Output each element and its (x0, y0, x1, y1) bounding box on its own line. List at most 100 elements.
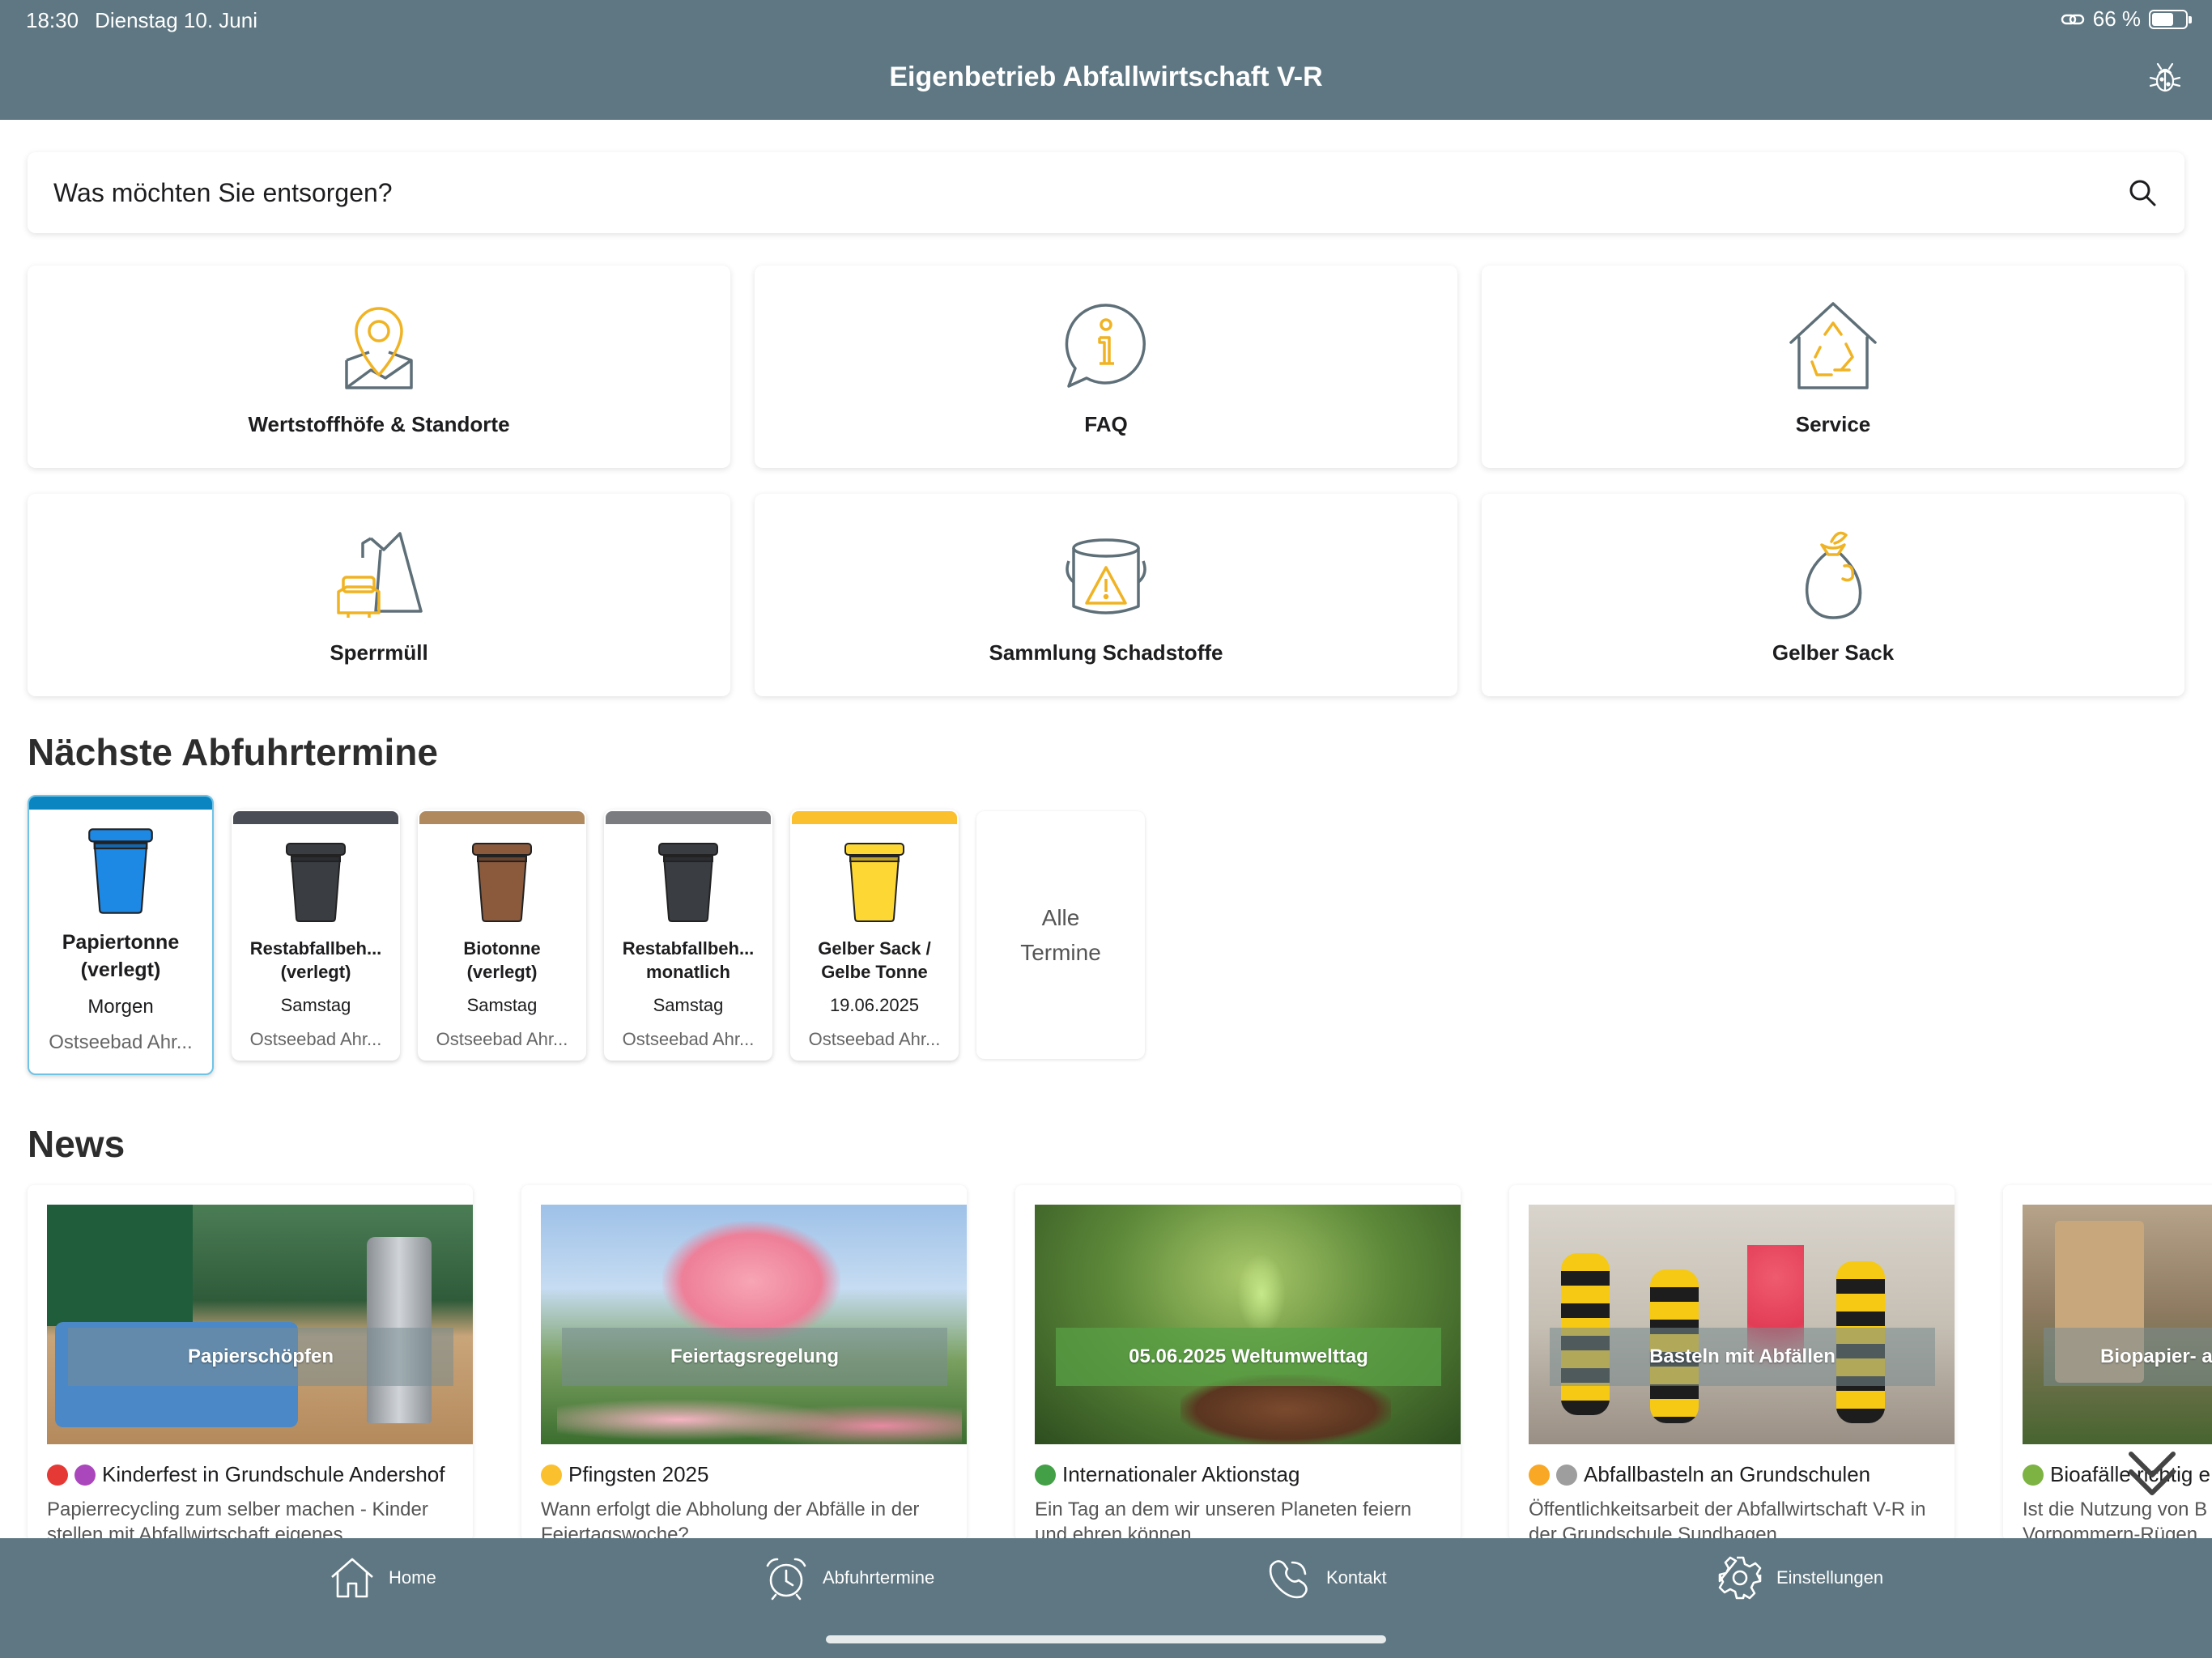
tile-service[interactable]: Service (1482, 266, 2184, 468)
pickup-location: Ostseebad Ahr... (622, 1029, 755, 1050)
tile-faq[interactable]: FAQ (755, 266, 1457, 468)
green-heart-icon (1035, 1464, 1056, 1486)
pickup-card[interactable]: Gelber Sack / Gelbe Tonne 19.06.2025 Osts… (790, 810, 959, 1061)
home-icon (331, 1558, 373, 1598)
pickup-location: Ostseebad Ahr... (249, 1029, 382, 1050)
pickup-name: Restabfallbeh... (verlegt) (249, 938, 382, 982)
news-card[interactable]: Biopapier- a Bioafälle richtig e Ist die… (2003, 1185, 2212, 1541)
tab-label: Abfuhrtermine (823, 1567, 935, 1588)
pickup-location: Ostseebad Ahr... (436, 1029, 568, 1050)
tab-kontakt[interactable]: Kontakt (1266, 1554, 1387, 1601)
news-title: Internationaler Aktionstag (1035, 1462, 1441, 1487)
pickup-date: 19.06.2025 (829, 995, 920, 1016)
tab-label: Kontakt (1326, 1567, 1387, 1588)
section-title-news: News (28, 1123, 125, 1165)
pickup-date: Samstag (280, 995, 351, 1016)
chevron-down-icon[interactable] (2125, 1446, 2180, 1501)
apple-icon (2023, 1464, 2044, 1486)
news-image: Basteln mit Abfällen (1529, 1205, 1955, 1444)
peony-flower (662, 1221, 840, 1342)
all-dates-button[interactable]: Alle Termine (976, 811, 1145, 1059)
page-title: Eigenbetrieb Abfallwirtschaft V-R (889, 62, 1323, 92)
pickup-list: Papiertonne (verlegt) Morgen Ostseebad Ah… (28, 793, 1145, 1077)
flower-field (557, 1383, 962, 1444)
news-overlay-label: Feiertagsregelung (562, 1328, 947, 1386)
status-time: 18:30 (26, 8, 79, 32)
news-card[interactable]: Feiertagsregelung Pfingsten 2025 Wann er… (521, 1185, 967, 1541)
sack-icon (1805, 531, 1862, 619)
bee-icon (1529, 1464, 1550, 1486)
pickup-card[interactable]: Biotonne (verlegt) Samstag Ostseebad Ahr.… (418, 810, 586, 1061)
pickup-card[interactable]: Papiertonne (verlegt) Morgen Ostseebad Ah… (28, 795, 214, 1075)
tab-label: Home (389, 1567, 436, 1588)
tile-label: Service (1795, 411, 1871, 436)
search-bar[interactable] (28, 152, 2184, 233)
news-card[interactable]: Basteln mit Abfällen Abfallbasteln an Gr… (1509, 1185, 1955, 1541)
battery-icon (2149, 9, 2192, 29)
smiley-icon (541, 1464, 562, 1486)
bug-report-icon[interactable] (2146, 58, 2184, 97)
pickup-name: Gelber Sack / Gelbe Tonne (818, 938, 931, 982)
news-image: Feiertagsregelung (541, 1205, 967, 1444)
pickup-name: Biotonne (verlegt) (463, 938, 541, 982)
tile-label: Sammlung Schadstoffe (989, 640, 1223, 665)
link-icon (2061, 14, 2084, 24)
tile-label: Sperrmüll (330, 640, 428, 665)
search-icon[interactable] (2126, 176, 2159, 209)
tab-home[interactable]: Home (329, 1554, 436, 1601)
quick-access-grid: Wertstoffhöfe & Standorte FAQ Service Sp… (28, 266, 2184, 696)
pickup-card[interactable]: Restabfallbeh... (verlegt) Samstag Ostsee… (232, 810, 400, 1061)
balloon-icon (47, 1464, 68, 1486)
lollipop-icon (74, 1464, 96, 1486)
pickup-color-bar (29, 797, 212, 810)
news-title: Bioafälle richtig e (2023, 1462, 2212, 1487)
hazard-bucket-icon (1066, 538, 1146, 614)
news-card[interactable]: Papierschöpfen Kinderfest in Grundschule… (28, 1185, 473, 1541)
status-bar-left: 18:30 Dienstag 10. Juni (26, 8, 257, 33)
tile-wertstoffhoefe[interactable]: Wertstoffhöfe & Standorte (28, 266, 730, 468)
gear-icon (1718, 1556, 1762, 1600)
bin-icon (472, 843, 532, 922)
alarm-clock-icon (766, 1558, 806, 1601)
pickup-color-bar (233, 811, 398, 824)
tab-einstellungen[interactable]: Einstellungen (1716, 1554, 1883, 1601)
pickup-card[interactable]: Restabfallbeh... monatlich Samstag Ostsee… (604, 810, 772, 1061)
news-title: Kinderfest in Grundschule Andershof (47, 1462, 453, 1487)
pickup-name: Papiertonne (verlegt) (62, 931, 180, 981)
pickup-date: Morgen (87, 995, 154, 1018)
pickup-color-bar (606, 811, 771, 824)
tile-sperrmuell[interactable]: Sperrmüll (28, 494, 730, 696)
home-indicator[interactable] (826, 1635, 1386, 1643)
news-overlay-label: Biopapier- a (2044, 1328, 2212, 1386)
tile-label: Wertstoffhöfe & Standorte (248, 411, 510, 436)
section-title-pickups: Nächste Abfuhrtermine (28, 731, 438, 773)
bin-icon (658, 843, 718, 922)
bin-icon (844, 843, 904, 922)
status-bar-right: 66 % (2061, 6, 2192, 32)
news-overlay-label: Basteln mit Abfällen (1550, 1328, 1935, 1386)
all-dates-line2: Termine (1020, 940, 1101, 965)
app-header: 18:30 Dienstag 10. Juni 66 % Eigenbetrie… (0, 0, 2212, 120)
news-title: Abfallbasteln an Grundschulen (1529, 1462, 1935, 1487)
news-text: Papierrecycling zum selber machen - Kind… (47, 1499, 428, 1541)
news-image: Papierschöpfen (47, 1205, 473, 1444)
pickup-date: Samstag (653, 995, 724, 1016)
search-input[interactable] (53, 177, 2126, 208)
tile-schadstoffe[interactable]: Sammlung Schadstoffe (755, 494, 1457, 696)
pickup-color-bar (792, 811, 957, 824)
news-image: 05.06.2025 Weltumwelttag (1035, 1205, 1461, 1444)
recycle-house-icon (1789, 301, 1877, 389)
tab-abfuhrtermine[interactable]: Abfuhrtermine (763, 1554, 934, 1601)
battery-percent: 66 % (2092, 6, 2141, 31)
all-dates-line1: Alle (1041, 904, 1080, 930)
tile-gelber-sack[interactable]: Gelber Sack (1482, 494, 2184, 696)
news-card[interactable]: 05.06.2025 Weltumwelttag Internationaler… (1015, 1185, 1461, 1541)
pickup-location: Ostseebad Ahr... (808, 1029, 941, 1050)
phone-icon (1269, 1560, 1308, 1599)
info-bubble-icon (1065, 303, 1146, 388)
tab-label: Einstellungen (1776, 1567, 1884, 1588)
tile-label: FAQ (1084, 411, 1128, 436)
map-pin-icon (345, 306, 413, 389)
tile-label: Gelber Sack (1772, 640, 1895, 665)
news-text: Ist die Nutzung von B Vorpommern-Rügen (2023, 1499, 2208, 1541)
